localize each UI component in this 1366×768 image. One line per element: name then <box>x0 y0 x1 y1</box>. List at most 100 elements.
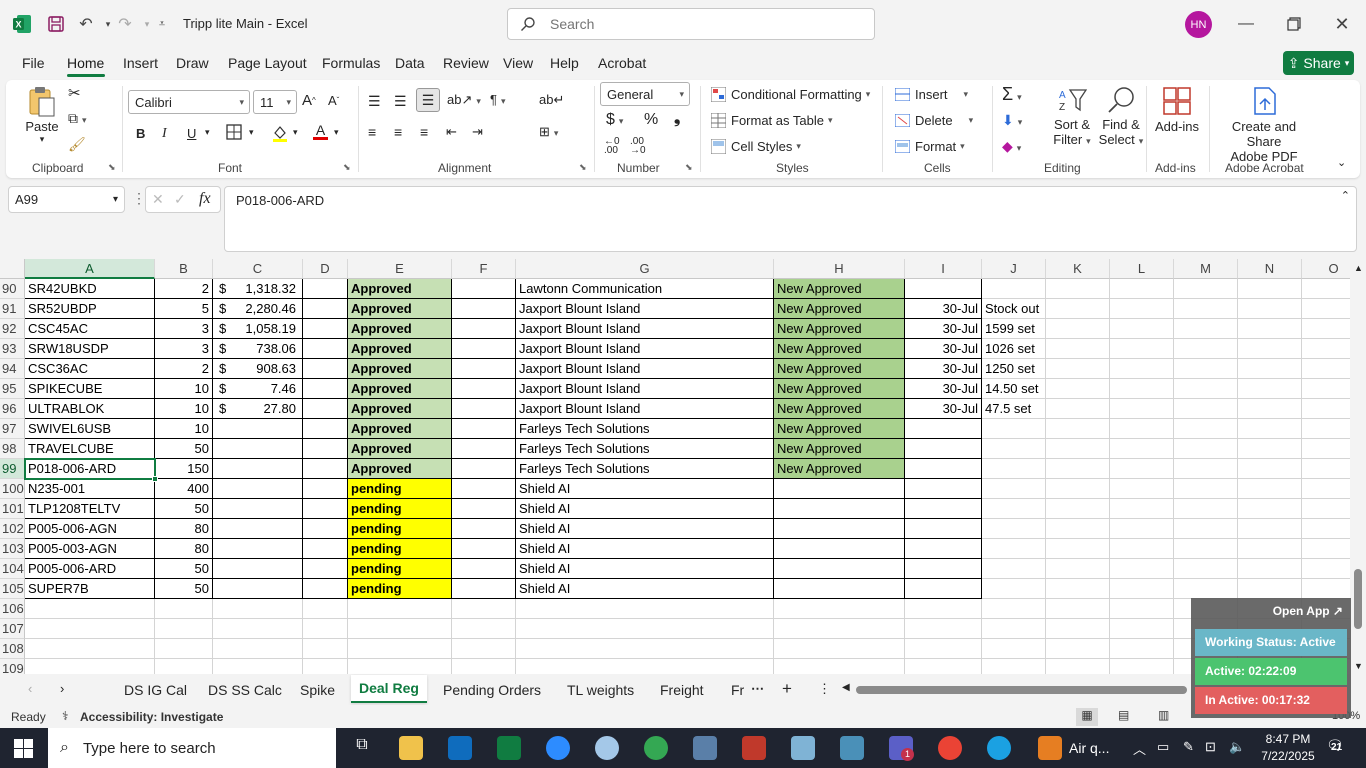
cell-i95[interactable]: 30-Jul <box>905 379 982 399</box>
cell-m90[interactable] <box>1174 279 1238 299</box>
cell-k104[interactable] <box>1046 559 1110 579</box>
cell-l95[interactable] <box>1110 379 1174 399</box>
cell-m95[interactable] <box>1174 379 1238 399</box>
cell-f106[interactable] <box>452 599 516 619</box>
close-icon[interactable]: ✕ <box>1330 12 1354 36</box>
show-hidden-icons[interactable]: ︿ <box>1133 739 1146 758</box>
cell-o105[interactable] <box>1302 579 1350 599</box>
cell-b93[interactable]: 3 <box>155 339 213 359</box>
tab-view[interactable]: View <box>503 55 533 71</box>
cell-i96[interactable]: 30-Jul <box>905 399 982 419</box>
cell-f100[interactable] <box>452 479 516 499</box>
cell-m100[interactable] <box>1174 479 1238 499</box>
cell-c97[interactable] <box>213 419 303 439</box>
comma-style-icon[interactable]: ❟ <box>674 110 680 128</box>
cell-n91[interactable] <box>1238 299 1302 319</box>
cell-h105[interactable] <box>774 579 905 599</box>
dialog-launcher-icon[interactable]: ⬊ <box>343 162 351 173</box>
cell-e101[interactable]: pending <box>348 499 452 519</box>
cell-a94[interactable]: CSC36AC <box>25 359 155 379</box>
cell-h95[interactable]: New Approved <box>774 379 905 399</box>
column-header-f[interactable]: F <box>452 259 516 279</box>
cell-g105[interactable]: Shield AI <box>516 579 774 599</box>
cell-g103[interactable]: Shield AI <box>516 539 774 559</box>
calculator-icon[interactable] <box>693 736 717 760</box>
cell-d95[interactable] <box>303 379 348 399</box>
cell-l92[interactable] <box>1110 319 1174 339</box>
increase-font-icon[interactable]: A ^ <box>302 92 316 109</box>
cell-c94[interactable]: $908.63 <box>213 359 303 379</box>
tab-home[interactable]: Home <box>67 55 104 71</box>
cell-b94[interactable]: 2 <box>155 359 213 379</box>
cell-i102[interactable] <box>905 519 982 539</box>
cell-a99[interactable]: P018-006-ARD <box>25 459 155 479</box>
cell-c106[interactable] <box>213 599 303 619</box>
decrease-decimal-icon[interactable]: .00 →0 <box>630 137 646 156</box>
cell-a90[interactable]: SR42UBKD <box>25 279 155 299</box>
row-header[interactable]: 109 <box>0 659 25 674</box>
cell-k106[interactable] <box>1046 599 1110 619</box>
edge-icon[interactable] <box>987 736 1011 760</box>
cell-d108[interactable] <box>303 639 348 659</box>
cell-a101[interactable]: TLP1208TELTV <box>25 499 155 519</box>
paste-button[interactable]: Paste ▾ <box>24 86 60 145</box>
app2-icon[interactable] <box>840 736 864 760</box>
cell-e108[interactable] <box>348 639 452 659</box>
italic-button[interactable]: I <box>162 126 167 142</box>
cell-a98[interactable]: TRAVELCUBE <box>25 439 155 459</box>
cell-l93[interactable] <box>1110 339 1174 359</box>
row-header[interactable]: 95 <box>0 379 25 399</box>
cell-l105[interactable] <box>1110 579 1174 599</box>
cell-j95[interactable]: 14.50 set <box>982 379 1046 399</box>
tab-review[interactable]: Review <box>443 55 489 71</box>
cell-e102[interactable]: pending <box>348 519 452 539</box>
cell-f104[interactable] <box>452 559 516 579</box>
cell-d102[interactable] <box>303 519 348 539</box>
chevron-down-icon[interactable]: ▾ <box>249 127 254 138</box>
cell-i100[interactable] <box>905 479 982 499</box>
cell-g107[interactable] <box>516 619 774 639</box>
tab-insert[interactable]: Insert <box>123 55 158 71</box>
cell-d94[interactable] <box>303 359 348 379</box>
cell-k107[interactable] <box>1046 619 1110 639</box>
cell-d105[interactable] <box>303 579 348 599</box>
cell-f102[interactable] <box>452 519 516 539</box>
align-top-icon[interactable]: ☰ <box>368 93 381 110</box>
cell-a107[interactable] <box>25 619 155 639</box>
cell-n92[interactable] <box>1238 319 1302 339</box>
cell-j96[interactable]: 47.5 set <box>982 399 1046 419</box>
cell-o96[interactable] <box>1302 399 1350 419</box>
cell-f96[interactable] <box>452 399 516 419</box>
page-break-view-icon[interactable]: ▥ <box>1158 708 1169 722</box>
chrome-icon[interactable] <box>644 736 668 760</box>
clear-icon[interactable]: ◆ ▾ <box>1002 138 1021 155</box>
cell-c104[interactable] <box>213 559 303 579</box>
align-middle-icon[interactable]: ☰ <box>394 93 407 110</box>
cell-f107[interactable] <box>452 619 516 639</box>
fill-icon[interactable]: ⬇ ▾ <box>1002 112 1022 129</box>
cell-i90[interactable] <box>905 279 982 299</box>
sheet-tab-tl-weights[interactable]: TL weights <box>567 682 634 698</box>
notes-icon[interactable] <box>791 736 815 760</box>
normal-view-icon[interactable]: ▦ <box>1076 708 1098 726</box>
cell-o101[interactable] <box>1302 499 1350 519</box>
cell-m104[interactable] <box>1174 559 1238 579</box>
cell-b91[interactable]: 5 <box>155 299 213 319</box>
cell-i98[interactable] <box>905 439 982 459</box>
cell-n103[interactable] <box>1238 539 1302 559</box>
increase-indent-icon[interactable]: ⇥ <box>472 124 483 140</box>
cell-e99[interactable]: Approved <box>348 459 452 479</box>
cell-i92[interactable]: 30-Jul <box>905 319 982 339</box>
cell-l100[interactable] <box>1110 479 1174 499</box>
customize-toolbar-icon[interactable]: ⩡ <box>150 12 174 36</box>
tab-acrobat[interactable]: Acrobat <box>598 55 646 71</box>
cell-c108[interactable] <box>213 639 303 659</box>
cell-j99[interactable] <box>982 459 1046 479</box>
cell-b102[interactable]: 80 <box>155 519 213 539</box>
conditional-formatting-button[interactable]: Conditional Formatting ▾ <box>711 87 870 102</box>
row-header[interactable]: 102 <box>0 519 25 539</box>
row-header[interactable]: 90 <box>0 279 25 299</box>
sheet-tab-spike[interactable]: Spike <box>300 682 335 698</box>
cell-d99[interactable] <box>303 459 348 479</box>
column-header-i[interactable]: I <box>905 259 982 279</box>
